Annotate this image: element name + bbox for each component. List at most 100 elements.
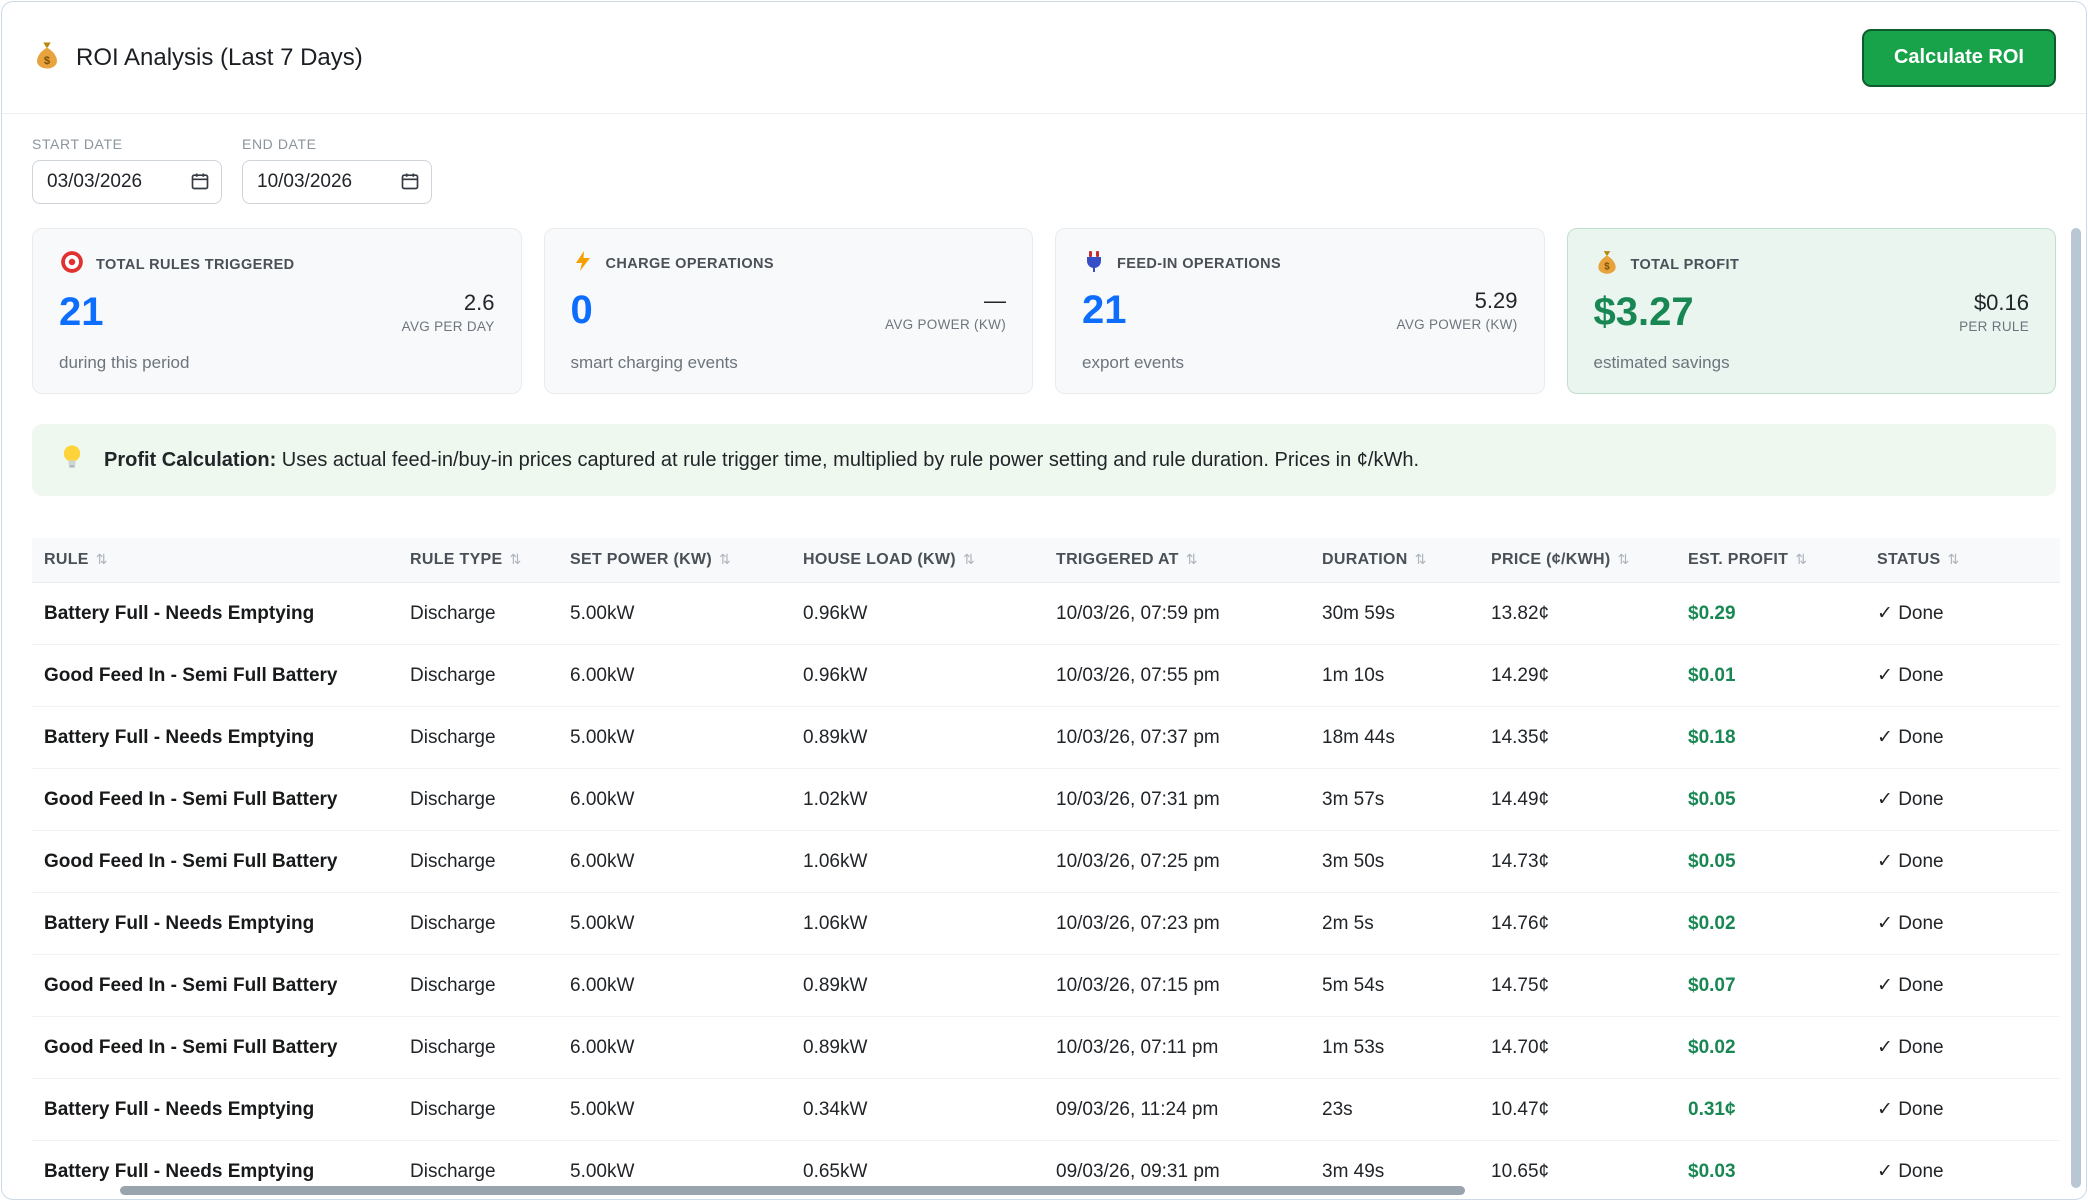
cell-est_profit: $0.07 bbox=[1676, 954, 1865, 1017]
column-header-price[interactable]: PRICE (¢/KWH) ⇅ bbox=[1479, 538, 1676, 583]
cell-set_power: 5.00kW bbox=[558, 582, 791, 645]
banner-title: Profit Calculation: bbox=[104, 448, 277, 471]
cell-house_load: 0.89kW bbox=[791, 954, 1044, 1017]
sort-icon: ⇅ bbox=[718, 551, 731, 567]
column-header-rule_type[interactable]: RULE TYPE ⇅ bbox=[398, 538, 558, 583]
end-date-field: END DATE bbox=[242, 136, 432, 204]
column-label: RULE bbox=[44, 551, 89, 568]
stat-cards: TOTAL RULES TRIGGERED 21 2.6 AVG PER DAY… bbox=[32, 228, 2056, 394]
cell-rule: Battery Full - Needs Emptying bbox=[32, 582, 398, 645]
cell-price: 13.82¢ bbox=[1479, 582, 1676, 645]
stat-card-value: $3.27 bbox=[1593, 290, 1694, 334]
cell-triggered_at: 10/03/26, 07:55 pm bbox=[1044, 644, 1310, 707]
plug-icon bbox=[1082, 249, 1106, 278]
table-row: Battery Full - Needs Emptying Discharge 5.… bbox=[32, 582, 2060, 645]
stat-card-side-label: PER RULE bbox=[1959, 319, 2029, 334]
stat-card-footer: export events bbox=[1082, 353, 1185, 372]
cell-triggered_at: 10/03/26, 07:31 pm bbox=[1044, 768, 1310, 831]
cell-house_load: 1.06kW bbox=[791, 892, 1044, 955]
column-label: HOUSE LOAD (KW) bbox=[803, 551, 956, 568]
cell-duration: 5m 54s bbox=[1310, 954, 1479, 1017]
column-header-status[interactable]: STATUS ⇅ bbox=[1865, 538, 2060, 583]
cell-status: ✓ Done bbox=[1865, 1078, 2060, 1141]
cell-price: 14.35¢ bbox=[1479, 706, 1676, 769]
table-body: Battery Full - Needs Emptying Discharge 5.… bbox=[32, 582, 2060, 1199]
cell-rule_type: Discharge bbox=[398, 768, 558, 831]
cell-rule_type: Discharge bbox=[398, 1016, 558, 1079]
cell-price: 10.65¢ bbox=[1479, 1140, 1676, 1199]
calendar-icon[interactable] bbox=[400, 171, 420, 196]
cell-status: ✓ Done bbox=[1865, 706, 2060, 769]
cell-duration: 1m 53s bbox=[1310, 1016, 1479, 1079]
column-label: DURATION bbox=[1322, 551, 1408, 568]
date-filters: START DATE END DATE bbox=[2, 114, 2086, 204]
column-header-house_load[interactable]: HOUSE LOAD (KW) ⇅ bbox=[791, 538, 1044, 583]
column-header-set_power[interactable]: SET POWER (KW) ⇅ bbox=[558, 538, 791, 583]
cell-status: ✓ Done bbox=[1865, 830, 2060, 893]
cell-set_power: 6.00kW bbox=[558, 644, 791, 707]
cell-rule: Good Feed In - Semi Full Battery bbox=[32, 644, 398, 707]
cell-triggered_at: 10/03/26, 07:23 pm bbox=[1044, 892, 1310, 955]
cell-rule: Good Feed In - Semi Full Battery bbox=[32, 768, 398, 831]
table-row: Battery Full - Needs Emptying Discharge 5.… bbox=[32, 1078, 2060, 1141]
stat-card-side-label: AVG POWER (KW) bbox=[885, 317, 1006, 332]
cell-house_load: 0.89kW bbox=[791, 1016, 1044, 1079]
column-label: PRICE (¢/KWH) bbox=[1491, 551, 1611, 568]
sort-icon: ⇅ bbox=[962, 551, 975, 567]
column-header-triggered_at[interactable]: TRIGGERED AT ⇅ bbox=[1044, 538, 1310, 583]
start-date-label: START DATE bbox=[32, 136, 123, 152]
stat-card-footer: during this period bbox=[59, 353, 190, 372]
column-header-duration[interactable]: DURATION ⇅ bbox=[1310, 538, 1479, 583]
cell-duration: 30m 59s bbox=[1310, 582, 1479, 645]
column-header-est_profit[interactable]: EST. PROFIT ⇅ bbox=[1676, 538, 1865, 583]
cell-rule: Good Feed In - Semi Full Battery bbox=[32, 830, 398, 893]
table-row: Battery Full - Needs Emptying Discharge 5.… bbox=[32, 706, 2060, 769]
cell-duration: 23s bbox=[1310, 1078, 1479, 1141]
table-row: Good Feed In - Semi Full Battery Discharg… bbox=[32, 644, 2060, 707]
end-date-input-wrap bbox=[242, 160, 432, 204]
stat-card-feed-in-operations: FEED-IN OPERATIONS 21 5.29 AVG POWER (KW… bbox=[1055, 228, 1545, 394]
cell-set_power: 5.00kW bbox=[558, 892, 791, 955]
stat-card-value: 21 bbox=[59, 290, 104, 334]
rules-table-wrap: RULE ⇅ RULE TYPE ⇅ SET POWER (KW) ⇅ HOUSE LOAD… bbox=[32, 538, 2060, 1199]
cell-est_profit: $0.02 bbox=[1676, 892, 1865, 955]
stat-card-footer: smart charging events bbox=[570, 353, 738, 372]
cell-rule: Battery Full - Needs Emptying bbox=[32, 706, 398, 769]
stat-card-side-label: AVG POWER (KW) bbox=[1396, 317, 1518, 332]
roi-analysis-panel: $ ROI Analysis (Last 7 Days) Calculate R… bbox=[1, 1, 2087, 1200]
cell-price: 10.47¢ bbox=[1479, 1078, 1676, 1141]
cell-house_load: 0.34kW bbox=[791, 1078, 1044, 1141]
cell-price: 14.75¢ bbox=[1479, 954, 1676, 1017]
cell-est_profit: 0.31¢ bbox=[1676, 1078, 1865, 1141]
cell-rule: Battery Full - Needs Emptying bbox=[32, 892, 398, 955]
panel-header: $ ROI Analysis (Last 7 Days) Calculate R… bbox=[2, 2, 2086, 114]
stat-card-footer: estimated savings bbox=[1593, 353, 1730, 372]
cell-house_load: 0.89kW bbox=[791, 706, 1044, 769]
cell-rule_type: Discharge bbox=[398, 954, 558, 1017]
svg-text:$: $ bbox=[1604, 262, 1610, 273]
stat-card-side-value: — bbox=[984, 288, 1006, 313]
cell-set_power: 6.00kW bbox=[558, 830, 791, 893]
stat-card-title: FEED-IN OPERATIONS bbox=[1117, 255, 1282, 272]
moneybag-icon: $ bbox=[1594, 249, 1620, 280]
table-row: Good Feed In - Semi Full Battery Discharg… bbox=[32, 830, 2060, 893]
calculate-roi-button[interactable]: Calculate ROI bbox=[1861, 28, 2056, 87]
cell-status: ✓ Done bbox=[1865, 1140, 2060, 1199]
cell-rule: Good Feed In - Semi Full Battery bbox=[32, 954, 398, 1017]
sort-icon: ⇅ bbox=[1185, 551, 1198, 567]
stat-card-total-profit: $ TOTAL PROFIT $3.27 $0.16 PER RULE esti… bbox=[1566, 228, 2056, 394]
stat-card-value: 0 bbox=[570, 288, 593, 332]
cell-duration: 3m 50s bbox=[1310, 830, 1479, 893]
column-label: TRIGGERED AT bbox=[1056, 551, 1179, 568]
cell-rule: Battery Full - Needs Emptying bbox=[32, 1078, 398, 1141]
column-header-rule[interactable]: RULE ⇅ bbox=[32, 538, 398, 583]
end-date-label: END DATE bbox=[242, 136, 317, 152]
stat-card-charge-operations: CHARGE OPERATIONS 0 — AVG POWER (KW) sma… bbox=[543, 228, 1033, 394]
column-label: STATUS bbox=[1877, 551, 1941, 568]
cell-status: ✓ Done bbox=[1865, 768, 2060, 831]
svg-text:$: $ bbox=[44, 55, 51, 67]
calendar-icon[interactable] bbox=[190, 171, 210, 196]
vertical-scrollbar[interactable] bbox=[2071, 228, 2081, 1188]
cell-est_profit: $0.05 bbox=[1676, 768, 1865, 831]
horizontal-scrollbar[interactable] bbox=[120, 1186, 1465, 1195]
